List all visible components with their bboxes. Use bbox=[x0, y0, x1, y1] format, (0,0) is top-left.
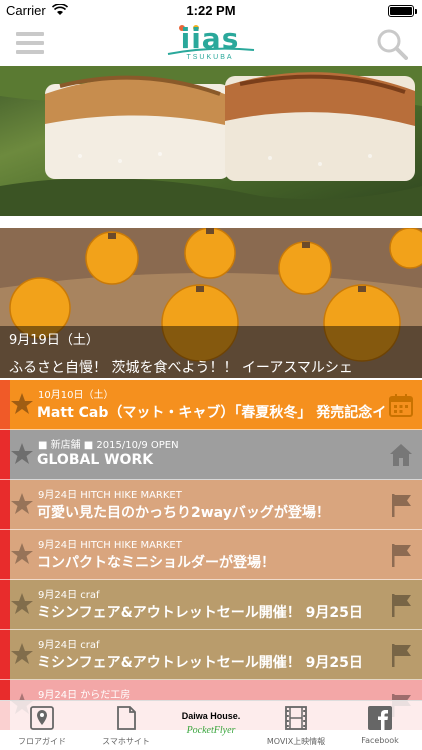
daiwa-house-logo: Daiwa House. bbox=[181, 711, 241, 721]
battery-icon bbox=[388, 5, 417, 17]
list-item-meta: 9月24日 HITCH HIKE MARKET bbox=[38, 540, 182, 551]
list-item-title: Matt Cab（マット・キャブ）「春夏秋冬」 発売記念イ bbox=[37, 405, 387, 421]
list-item[interactable]: 9月24日 HITCH HIKE MARKET コンパクトなミニショルダーが登場… bbox=[0, 530, 422, 580]
flag-icon bbox=[392, 594, 411, 617]
tab-label: MOVIX上映情報 bbox=[266, 737, 326, 746]
list-item-meta: ■ 新店舗 ■ 2015/10/9 OPEN bbox=[38, 440, 179, 451]
document-icon bbox=[117, 706, 136, 730]
flag-icon bbox=[392, 644, 411, 667]
list-item-meta: 9月24日 HITCH HIKE MARKET bbox=[38, 490, 182, 501]
star-icon[interactable] bbox=[10, 442, 34, 466]
search-icon[interactable] bbox=[376, 28, 408, 60]
row-stripe bbox=[0, 430, 10, 480]
row-stripe bbox=[0, 480, 10, 530]
hero-caption-date: 9月19日（土） bbox=[9, 333, 99, 348]
list-item-title: ミシンフェア&アウトレットセール開催！ 9月25日 bbox=[37, 605, 363, 621]
tab-floor-guide[interactable]: フロアガイド bbox=[0, 701, 84, 750]
list-item-title: コンパクトなミニショルダーが登場！ bbox=[37, 555, 275, 571]
home-icon bbox=[390, 444, 412, 466]
row-stripe bbox=[0, 580, 10, 630]
tab-label: Facebook bbox=[361, 736, 399, 745]
list-item[interactable]: 9月24日 craf ミシンフェア&アウトレットセール開催！ 9月25日 bbox=[0, 580, 422, 630]
tab-daiwa-pocketflyer[interactable]: Daiwa House. PocketFlyer bbox=[168, 701, 254, 750]
star-icon[interactable] bbox=[10, 392, 34, 416]
tab-bar: フロアガイド スマホサイト Daiwa House. PocketFlyer M… bbox=[0, 700, 422, 750]
map-pin-icon bbox=[30, 706, 54, 730]
row-stripe bbox=[0, 380, 10, 430]
list-item-meta: 9月24日 からだ工房 bbox=[38, 690, 131, 701]
iias-logo[interactable]: iias TSUKUBA bbox=[160, 24, 260, 64]
pocketflyer-logo: PocketFlyer bbox=[186, 725, 236, 736]
list-item-meta: 9月24日 craf bbox=[38, 640, 100, 651]
star-icon[interactable] bbox=[10, 542, 34, 566]
sushi-illustration bbox=[0, 66, 422, 216]
calendar-icon bbox=[389, 394, 413, 417]
status-bar: Carrier 1:22 PM bbox=[0, 0, 422, 22]
facebook-icon bbox=[368, 706, 392, 730]
tab-movix[interactable]: MOVIX上映情報 bbox=[254, 701, 338, 750]
flag-icon bbox=[392, 494, 411, 517]
logo-subtext: TSUKUBA bbox=[186, 54, 234, 61]
clock: 1:22 PM bbox=[186, 3, 236, 18]
row-stripe bbox=[0, 530, 10, 580]
tab-facebook[interactable]: Facebook bbox=[338, 701, 422, 750]
list-item-title: ミシンフェア&アウトレットセール開催！ 9月25日 bbox=[37, 655, 363, 671]
list-item[interactable]: 9月24日 craf ミシンフェア&アウトレットセール開催！ 9月25日 bbox=[0, 630, 422, 680]
list-item[interactable]: ■ 新店舗 ■ 2015/10/9 OPEN GLOBAL WORK bbox=[0, 430, 422, 480]
flag-icon bbox=[392, 544, 411, 567]
star-icon[interactable] bbox=[10, 592, 34, 616]
list-item-meta: 10月10日（土） bbox=[38, 390, 114, 401]
hero-caption-title[interactable]: ふるさと自慢！ 茨城を食べよう！！ イーアスマルシェ bbox=[9, 357, 353, 377]
film-icon bbox=[285, 706, 307, 730]
list-item[interactable]: 9月24日 HITCH HIKE MARKET 可愛い見た目のかっちり2wayバ… bbox=[0, 480, 422, 530]
row-stripe bbox=[0, 630, 10, 680]
list-item-meta: 9月24日 craf bbox=[38, 590, 100, 601]
star-icon[interactable] bbox=[10, 492, 34, 516]
banner-image-oranges[interactable] bbox=[0, 228, 422, 378]
nav-bar: iias TSUKUBA bbox=[0, 22, 422, 66]
tab-label: スマホサイト bbox=[102, 737, 150, 746]
list-item-title: GLOBAL WORK bbox=[37, 452, 154, 468]
banner-image-sushi[interactable] bbox=[0, 66, 422, 216]
hamburger-icon[interactable] bbox=[16, 32, 44, 56]
tab-label: フロアガイド bbox=[18, 737, 66, 746]
tab-smartphone-site[interactable]: スマホサイト bbox=[84, 701, 168, 750]
battery-level bbox=[390, 7, 412, 15]
logo-text: iias bbox=[180, 22, 240, 55]
list-item[interactable]: 10月10日（土） Matt Cab（マット・キャブ）「春夏秋冬」 発売記念イ bbox=[0, 380, 422, 430]
list-item-title: 可愛い見た目のかっちり2wayバッグが登場！ bbox=[37, 505, 330, 521]
star-icon[interactable] bbox=[10, 642, 34, 666]
